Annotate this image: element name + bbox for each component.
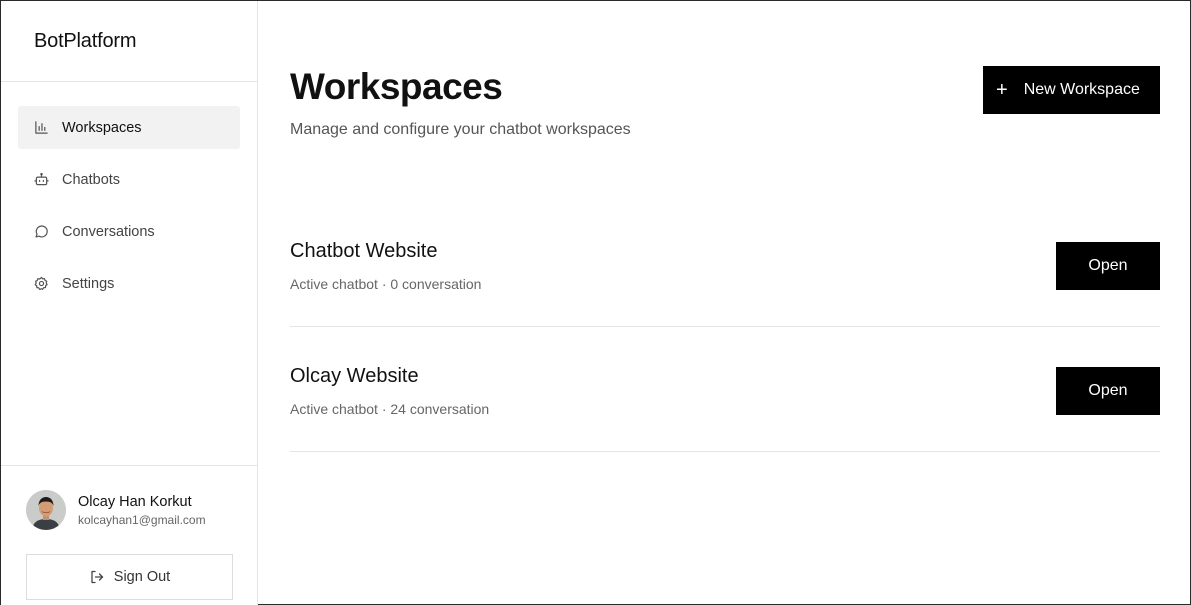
- sign-out-label: Sign Out: [113, 569, 171, 585]
- workspace-list: Chatbot Website Active chatbot · 0 conve…: [290, 202, 1160, 452]
- open-label: Open: [1088, 382, 1128, 399]
- sidebar-item-settings[interactable]: Settings: [18, 262, 240, 305]
- sidebar-item-label: Workspaces: [62, 119, 142, 136]
- open-label: Open: [1088, 257, 1128, 274]
- workspace-name: Olcay Website: [290, 365, 419, 387]
- workspace-row: Olcay Website Active chatbot · 24 conver…: [290, 327, 1160, 452]
- user-name: Olcay Han Korkut: [78, 493, 192, 510]
- sidebar: BotPlatform Workspaces Chatbots Conversa…: [1, 1, 258, 605]
- user-profile: Olcay Han Korkut kolcayhan1@gmail.com: [26, 490, 206, 530]
- user-email: kolcayhan1@gmail.com: [78, 512, 206, 527]
- sidebar-item-workspaces[interactable]: Workspaces: [18, 106, 240, 149]
- sign-out-icon: [91, 570, 103, 584]
- app-window: BotPlatform Workspaces Chatbots Conversa…: [0, 0, 1191, 605]
- avatar: [26, 490, 66, 530]
- page-title: Workspaces: [290, 66, 503, 107]
- brand-name: BotPlatform: [34, 29, 137, 52]
- sidebar-nav: Workspaces Chatbots Conversations Settin…: [1, 82, 257, 305]
- message-circle-icon: [34, 224, 49, 239]
- gear-icon: [34, 276, 49, 291]
- plus-icon: +: [996, 79, 1008, 101]
- workspace-row: Chatbot Website Active chatbot · 0 conve…: [290, 202, 1160, 327]
- workspace-name: Chatbot Website: [290, 240, 438, 262]
- new-workspace-label: New Workspace: [1023, 81, 1140, 98]
- sidebar-item-chatbots[interactable]: Chatbots: [18, 158, 240, 201]
- sidebar-item-conversations[interactable]: Conversations: [18, 210, 240, 253]
- workspace-meta: Active chatbot · 24 conversation: [290, 401, 490, 417]
- bar-chart-icon: [34, 120, 49, 135]
- sidebar-item-label: Chatbots: [62, 171, 121, 188]
- brand-header: BotPlatform: [1, 1, 257, 82]
- sign-out-button[interactable]: Sign Out: [26, 554, 233, 600]
- main-content: Workspaces Manage and configure your cha…: [258, 1, 1191, 605]
- sidebar-item-label: Settings: [62, 275, 115, 292]
- user-panel: Olcay Han Korkut kolcayhan1@gmail.com Si…: [1, 465, 257, 605]
- new-workspace-button[interactable]: + New Workspace: [983, 66, 1160, 114]
- user-info: Olcay Han Korkut kolcayhan1@gmail.com: [78, 493, 206, 528]
- workspace-meta: Active chatbot · 0 conversation: [290, 276, 482, 292]
- open-workspace-button[interactable]: Open: [1056, 367, 1160, 415]
- sidebar-item-label: Conversations: [62, 223, 155, 240]
- open-workspace-button[interactable]: Open: [1056, 242, 1160, 290]
- page-subtitle: Manage and configure your chatbot worksp…: [290, 121, 631, 138]
- bot-icon: [34, 172, 49, 187]
